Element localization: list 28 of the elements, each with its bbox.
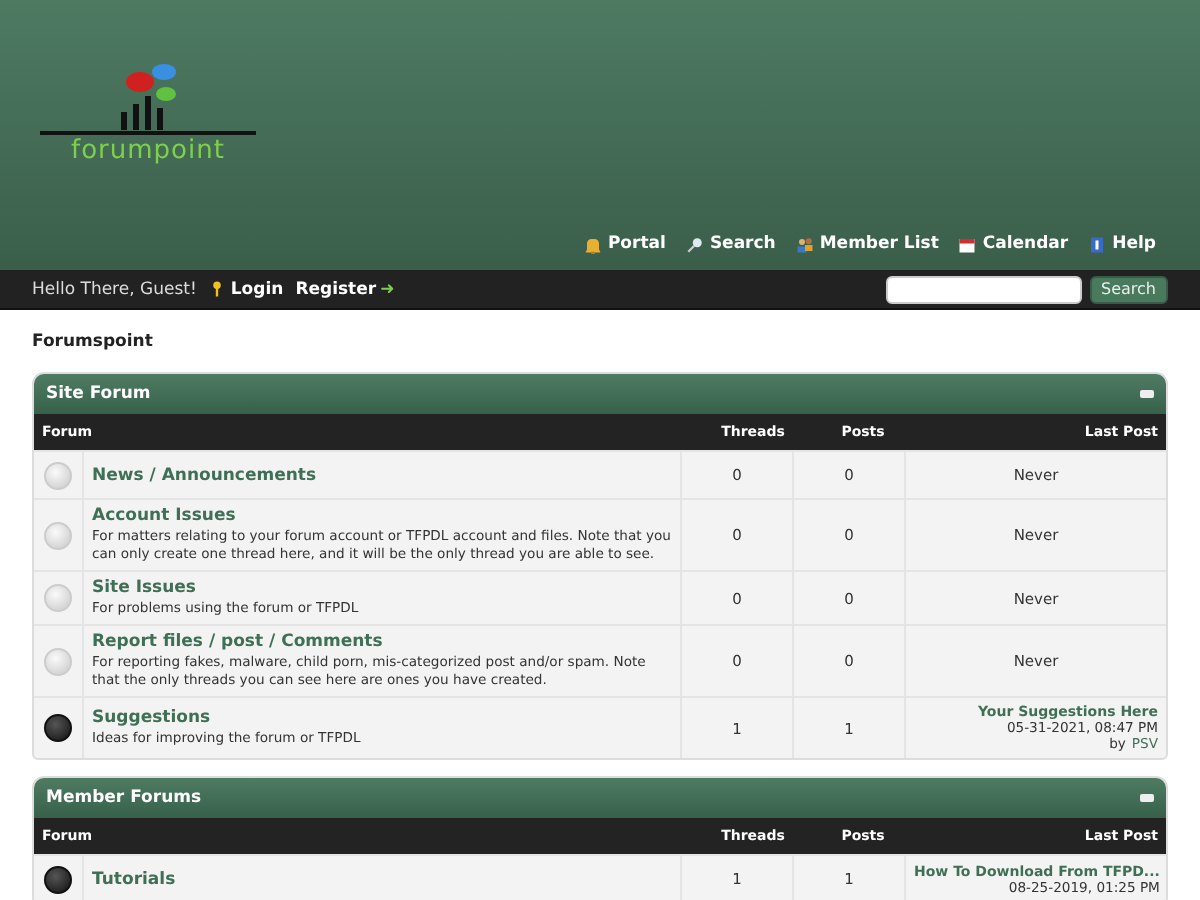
forum-link[interactable]: Tutorials: [92, 869, 672, 889]
nav-link[interactable]: Search: [685, 234, 776, 254]
help-icon: [1088, 235, 1107, 253]
forum-link[interactable]: Site Issues: [92, 578, 672, 598]
nav-link[interactable]: Calendar: [958, 234, 1069, 254]
forum-link[interactable]: Report files / post / Comments: [92, 632, 672, 652]
nav-link[interactable]: Portal: [583, 234, 666, 254]
logo-text: forumpoint: [71, 136, 225, 166]
calendar-icon: [958, 235, 977, 253]
search-icon: [685, 235, 704, 253]
search-field[interactable]: [885, 275, 1082, 303]
greeting-text: Hello There, Guest!: [32, 279, 197, 299]
category-title[interactable]: Member Forums: [46, 788, 202, 808]
nav-link[interactable]: Help: [1088, 234, 1156, 254]
collapse-icon[interactable]: [1140, 794, 1154, 802]
nav-link[interactable]: Member List: [795, 234, 939, 254]
breadcrumb-link[interactable]: Forumspoint: [32, 332, 1168, 352]
collapse-icon[interactable]: [1140, 390, 1154, 398]
people-icon: [795, 235, 814, 253]
login-link[interactable]: Login: [208, 279, 284, 299]
category-title[interactable]: Site Forum: [46, 384, 151, 404]
key-icon: [208, 280, 227, 298]
forum-link[interactable]: News / Announcements: [92, 465, 672, 485]
forum-link[interactable]: Suggestions: [92, 708, 672, 728]
search-button[interactable]: Search: [1089, 275, 1168, 303]
forum-link[interactable]: Account Issues: [92, 506, 672, 526]
register-link[interactable]: Register ➜: [295, 279, 395, 299]
bell-icon: [583, 235, 602, 253]
